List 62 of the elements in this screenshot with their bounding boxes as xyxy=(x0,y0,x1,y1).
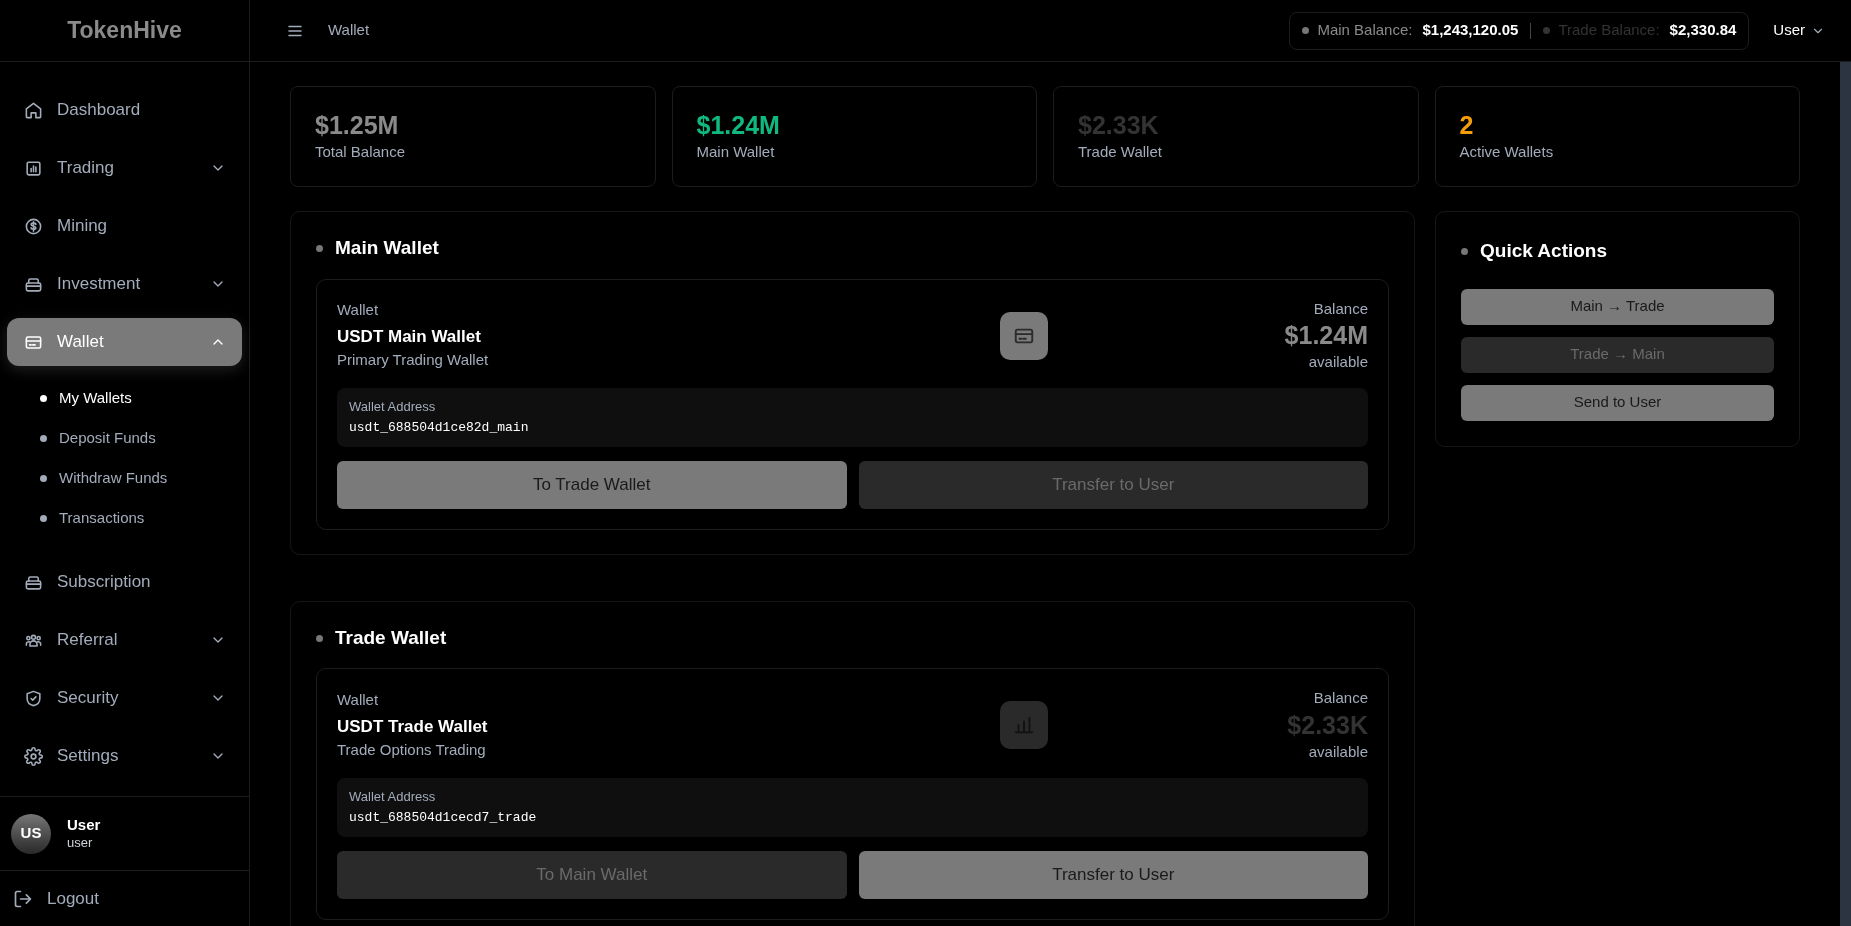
balance-value: $1,243,120.05 xyxy=(1422,20,1519,41)
user-name: User xyxy=(67,816,101,835)
action-button[interactable]: Transfer to User xyxy=(858,850,1368,899)
logout-button[interactable]: Logout xyxy=(13,885,99,912)
user-role: user xyxy=(67,834,94,851)
logout-icon xyxy=(13,888,33,909)
wallet-address: usdt_688504d1ce82d_main xyxy=(349,419,530,438)
quick-action-button[interactable]: Main → Trade xyxy=(1461,288,1774,325)
balance-caption: Balance xyxy=(1313,298,1368,319)
stat-label: Active Wallets xyxy=(1459,141,1555,162)
stat-label: Main Wallet xyxy=(696,141,776,162)
wallet-address: usdt_688504d1cecd7_trade xyxy=(349,809,538,827)
stat-value: 2 xyxy=(1459,109,1475,141)
sidebar-item[interactable]: Trading xyxy=(7,144,242,192)
submenu-item[interactable]: Transactions xyxy=(40,502,242,534)
wallet-name: USDT Trade Wallet xyxy=(337,715,489,738)
section-title: Main Wallet xyxy=(335,236,439,260)
wallet-name: USDT Main Wallet xyxy=(337,325,482,348)
wallet-balance: $1.24M xyxy=(1284,320,1368,351)
submenu-item[interactable]: Withdraw Funds xyxy=(40,462,242,494)
sidebar-item[interactable]: Wallet xyxy=(7,318,242,366)
action-button[interactable]: To Trade Wallet xyxy=(337,460,847,509)
wallet-caption: Wallet xyxy=(337,300,380,321)
bullet-icon xyxy=(1461,247,1468,255)
user-menu[interactable]: User xyxy=(1773,19,1825,42)
sidebar-item[interactable]: Subscription xyxy=(7,558,242,606)
dollar-circle-icon xyxy=(24,216,43,236)
sidebar-item[interactable]: Security xyxy=(7,674,242,722)
stat-label: Total Balance xyxy=(315,141,407,162)
sidebar-item[interactable]: Dashboard xyxy=(7,86,242,134)
submenu-item[interactable]: Deposit Funds xyxy=(40,422,242,454)
balance-note: available xyxy=(1308,742,1368,762)
sidebar-item[interactable]: Investment xyxy=(7,260,242,308)
sidebar-item[interactable]: Referral xyxy=(7,616,242,664)
stat-value: $1.25M xyxy=(315,109,400,141)
shield-icon xyxy=(24,688,43,708)
section-title: Quick Actions xyxy=(1480,239,1608,263)
stat-value: $1.24M xyxy=(696,109,781,141)
sidebar-item[interactable]: Mining xyxy=(7,202,242,250)
wallet-description: Primary Trading Wallet xyxy=(337,350,490,371)
address-label: Wallet Address xyxy=(349,787,437,806)
home-icon xyxy=(24,100,43,120)
address-label: Wallet Address xyxy=(349,397,437,416)
bar-chart-icon xyxy=(24,158,43,178)
scrollbar[interactable] xyxy=(1840,62,1851,926)
bullet-icon xyxy=(316,244,323,252)
balance-label: Main Balance: xyxy=(1317,20,1413,41)
balance-caption: Balance xyxy=(1313,688,1368,709)
sidebar-item[interactable]: Settings xyxy=(7,732,242,780)
wallet-description: Trade Options Trading xyxy=(337,740,487,761)
brand-logo[interactable]: TokenHive xyxy=(67,13,182,48)
balance-note: available xyxy=(1308,352,1368,373)
section-title: Trade Wallet xyxy=(335,625,447,650)
bullet-icon xyxy=(316,634,323,642)
page-title: Wallet xyxy=(328,20,371,41)
balance-value: $2,330.84 xyxy=(1669,20,1737,41)
stat-label: Trade Wallet xyxy=(1078,141,1163,162)
settings-icon xyxy=(24,746,43,766)
user-avatar: US xyxy=(11,813,51,854)
quick-action-button[interactable]: Send to User xyxy=(1461,384,1774,421)
wallet-caption: Wallet xyxy=(337,690,380,711)
submenu-item[interactable]: My Wallets xyxy=(40,382,242,414)
